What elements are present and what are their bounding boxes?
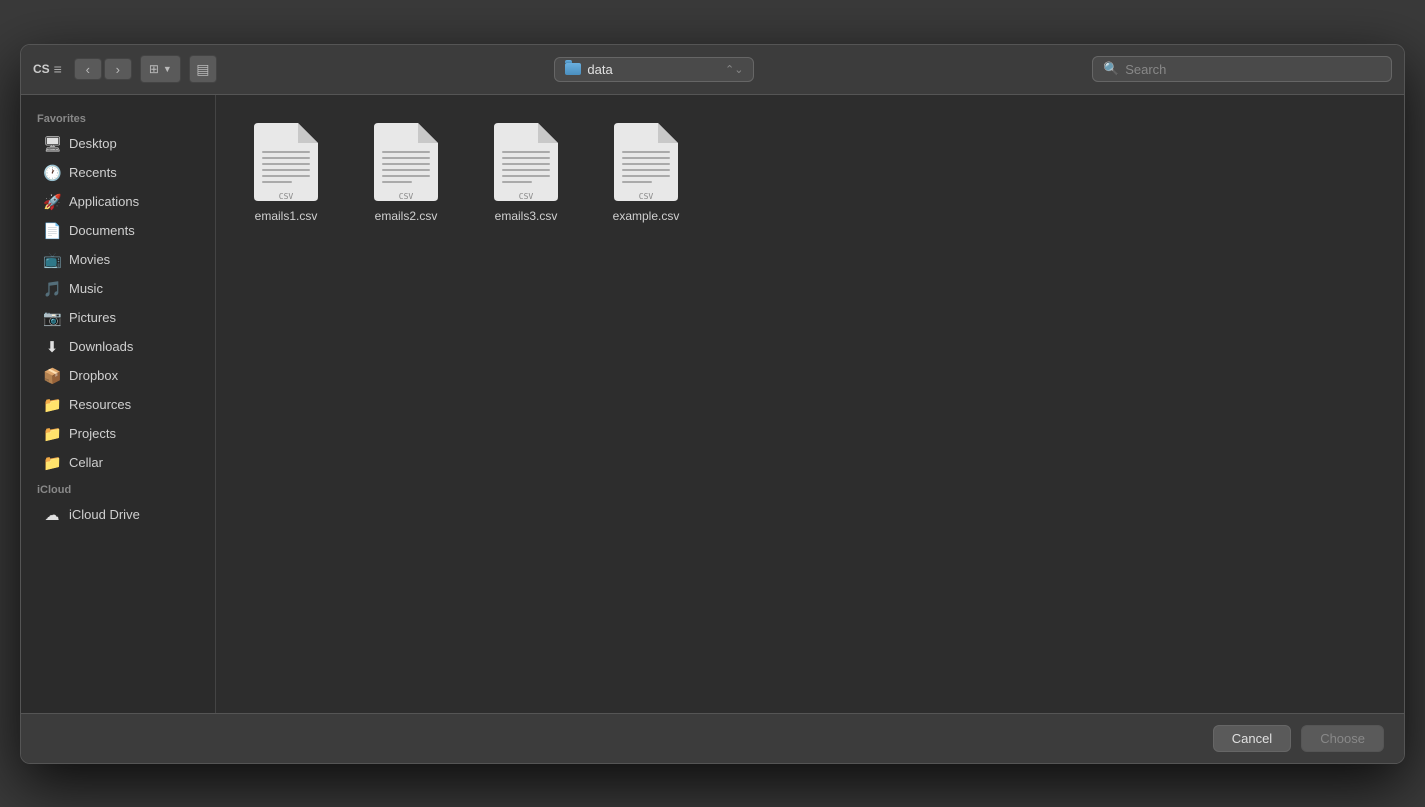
sidebar-label-movies: Movies	[69, 252, 110, 267]
sidebar-item-resources[interactable]: 📁 Resources	[27, 391, 209, 419]
movies-icon: 📺	[43, 251, 61, 269]
sidebar-label-music: Music	[69, 281, 103, 296]
file-icon-emails1: CSV	[254, 123, 318, 201]
path-name: data	[587, 62, 719, 77]
file-item[interactable]: CSV example.csv	[596, 115, 696, 231]
app-label: CS	[33, 62, 50, 76]
sidebar-item-applications[interactable]: 🚀 Applications	[27, 188, 209, 216]
path-chevron-icon: ⌃⌄	[725, 63, 743, 76]
back-button[interactable]: ‹	[74, 58, 102, 80]
sidebar-item-cellar[interactable]: 📁 Cellar	[27, 449, 209, 477]
sidebar: Favorites 🖥 Desktop 🕐 Recents 🚀 Applicat…	[21, 95, 216, 713]
sidebar-label-applications: Applications	[69, 194, 139, 209]
file-item[interactable]: CSV emails1.csv	[236, 115, 336, 231]
pictures-icon: 📷	[43, 309, 61, 327]
projects-icon: 📁	[43, 425, 61, 443]
list-view-button[interactable]: ▤	[189, 55, 217, 83]
grid-view-chevron: ▼	[163, 64, 172, 74]
sidebar-item-projects[interactable]: 📁 Projects	[27, 420, 209, 448]
folder-icon	[565, 63, 581, 75]
sidebar-item-desktop[interactable]: 🖥 Desktop	[27, 130, 209, 158]
forward-button[interactable]: ›	[104, 58, 132, 80]
grid-view-button[interactable]: ⊞ ▼	[140, 55, 181, 83]
svg-text:CSV: CSV	[399, 192, 414, 201]
sidebar-toggle-icon[interactable]: ≡	[54, 61, 62, 77]
search-input[interactable]	[1125, 62, 1381, 77]
file-icon-emails3: CSV	[494, 123, 558, 201]
cancel-button[interactable]: Cancel	[1213, 725, 1291, 752]
downloads-icon: ⬇	[43, 338, 61, 356]
search-icon: 🔍	[1103, 61, 1119, 77]
sidebar-label-documents: Documents	[69, 223, 135, 238]
sidebar-item-downloads[interactable]: ⬇ Downloads	[27, 333, 209, 361]
sidebar-label-pictures: Pictures	[69, 310, 116, 325]
recents-icon: 🕐	[43, 164, 61, 182]
path-dropdown[interactable]: data ⌃⌄	[554, 57, 754, 82]
file-name-emails2: emails2.csv	[375, 209, 438, 223]
icloud-label: iCloud	[21, 478, 215, 500]
sidebar-label-dropbox: Dropbox	[69, 368, 118, 383]
bottom-bar: Cancel Choose	[21, 713, 1404, 763]
sidebar-label-icloud-drive: iCloud Drive	[69, 507, 140, 522]
dropbox-icon: 📦	[43, 367, 61, 385]
svg-text:CSV: CSV	[279, 192, 294, 201]
icloud-drive-icon: ☁	[43, 506, 61, 524]
file-area: CSV emails1.csv	[216, 95, 1404, 713]
music-icon: 🎵	[43, 280, 61, 298]
file-icon-example: CSV	[614, 123, 678, 201]
search-box: 🔍	[1092, 56, 1392, 82]
file-name-emails1: emails1.csv	[255, 209, 318, 223]
file-icon-emails2: CSV	[374, 123, 438, 201]
svg-text:CSV: CSV	[519, 192, 534, 201]
sidebar-label-recents: Recents	[69, 165, 117, 180]
sidebar-item-music[interactable]: 🎵 Music	[27, 275, 209, 303]
sidebar-label-cellar: Cellar	[69, 455, 103, 470]
sidebar-item-recents[interactable]: 🕐 Recents	[27, 159, 209, 187]
applications-icon: 🚀	[43, 193, 61, 211]
file-item[interactable]: CSV emails2.csv	[356, 115, 456, 231]
sidebar-item-icloud-drive[interactable]: ☁ iCloud Drive	[27, 501, 209, 529]
file-grid: CSV emails1.csv	[236, 115, 1384, 231]
desktop-icon: 🖥	[43, 135, 61, 153]
list-view-icon: ▤	[196, 61, 209, 78]
main-content: Favorites 🖥 Desktop 🕐 Recents 🚀 Applicat…	[21, 95, 1404, 713]
documents-icon: 📄	[43, 222, 61, 240]
favorites-label: Favorites	[21, 107, 215, 129]
cellar-icon: 📁	[43, 454, 61, 472]
file-item[interactable]: CSV emails3.csv	[476, 115, 576, 231]
sidebar-item-dropbox[interactable]: 📦 Dropbox	[27, 362, 209, 390]
svg-text:CSV: CSV	[639, 192, 654, 201]
sidebar-label-resources: Resources	[69, 397, 131, 412]
sidebar-item-documents[interactable]: 📄 Documents	[27, 217, 209, 245]
sidebar-label-projects: Projects	[69, 426, 116, 441]
grid-view-icon: ⊞	[149, 62, 159, 76]
nav-buttons: ‹ ›	[74, 58, 132, 80]
sidebar-item-movies[interactable]: 📺 Movies	[27, 246, 209, 274]
file-picker-dialog: CS ≡ ‹ › ⊞ ▼ ▤ data ⌃⌄ 🔍 Favorite	[20, 44, 1405, 764]
choose-button[interactable]: Choose	[1301, 725, 1384, 752]
file-name-emails3: emails3.csv	[495, 209, 558, 223]
sidebar-item-pictures[interactable]: 📷 Pictures	[27, 304, 209, 332]
resources-icon: 📁	[43, 396, 61, 414]
file-name-example: example.csv	[613, 209, 680, 223]
sidebar-label-downloads: Downloads	[69, 339, 133, 354]
sidebar-label-desktop: Desktop	[69, 136, 117, 151]
toolbar: CS ≡ ‹ › ⊞ ▼ ▤ data ⌃⌄ 🔍	[21, 45, 1404, 95]
